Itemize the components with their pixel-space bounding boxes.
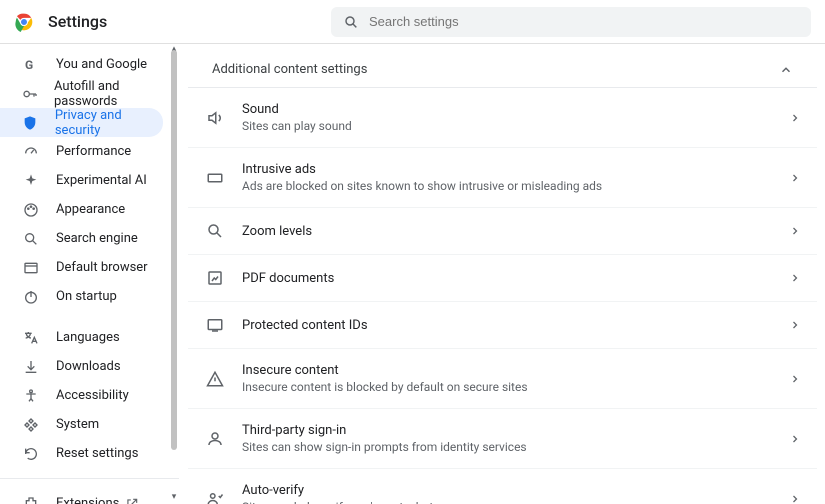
row-title: Protected content IDs: [242, 318, 789, 333]
row-title: Auto-verify: [242, 483, 789, 498]
sidebar-item-label: On startup: [56, 289, 117, 304]
sidebar-item-downloads[interactable]: Downloads: [0, 352, 163, 381]
sidebar-item-accessibility[interactable]: Accessibility: [0, 381, 163, 410]
header: Settings: [0, 0, 825, 44]
sidebar-item-label: You and Google: [56, 57, 147, 72]
sidebar-item-experimental-ai[interactable]: Experimental AI: [0, 166, 163, 195]
row-third-party-signin[interactable]: Third-party sign-in Sites can show sign-…: [188, 409, 817, 469]
power-icon: [22, 289, 40, 305]
sidebar-item-label: Autofill and passwords: [54, 79, 163, 109]
content-area: Additional content settings Sound Sites …: [180, 44, 825, 504]
page-title: Settings: [48, 12, 107, 31]
search-icon: [22, 231, 40, 247]
row-subtitle: Ads are blocked on sites known to show i…: [242, 179, 789, 193]
row-title: PDF documents: [242, 271, 789, 286]
ads-icon: [202, 169, 228, 187]
row-insecure-content[interactable]: Insecure content Insecure content is blo…: [188, 349, 817, 409]
row-title: Sound: [242, 102, 789, 117]
row-zoom-levels[interactable]: Zoom levels: [188, 208, 817, 255]
row-subtitle: Sites can play sound: [242, 119, 789, 133]
reset-icon: [22, 446, 40, 462]
scrollbar-thumb[interactable]: [171, 50, 177, 450]
chevron-right-icon: [789, 112, 807, 124]
chevron-right-icon: [789, 493, 807, 504]
sidebar-item-languages[interactable]: Languages: [0, 323, 163, 352]
sidebar-item-default-browser[interactable]: Default browser: [0, 253, 163, 282]
chevron-right-icon: [789, 373, 807, 385]
row-title: Third-party sign-in: [242, 423, 789, 438]
sidebar-item-you-and-google[interactable]: G You and Google: [0, 50, 163, 79]
chevron-up-icon: [779, 63, 793, 77]
accessibility-icon: [22, 388, 40, 404]
row-subtitle: Sites can show sign-in prompts from iden…: [242, 440, 789, 454]
shield-icon: [22, 115, 39, 131]
sparkle-icon: [22, 173, 40, 189]
sidebar-item-on-startup[interactable]: On startup: [0, 282, 163, 311]
sidebar-item-search-engine[interactable]: Search engine: [0, 224, 163, 253]
section-title: Additional content settings: [212, 62, 367, 77]
sidebar-item-system[interactable]: System: [0, 410, 163, 439]
translate-icon: [22, 330, 40, 346]
pdf-icon: [202, 269, 228, 287]
sidebar: G You and Google Autofill and passwords …: [0, 44, 180, 504]
google-g-icon: G: [22, 57, 40, 73]
sidebar-item-label: Search engine: [56, 231, 138, 246]
row-auto-verify[interactable]: Auto-verify Sites can help verify you're…: [188, 469, 817, 504]
sidebar-item-label: Downloads: [56, 359, 121, 374]
download-icon: [22, 359, 40, 375]
sidebar-item-appearance[interactable]: Appearance: [0, 195, 163, 224]
protected-content-icon: [202, 316, 228, 334]
row-pdf-documents[interactable]: PDF documents: [188, 255, 817, 302]
sidebar-item-performance[interactable]: Performance: [0, 137, 163, 166]
chevron-right-icon: [789, 272, 807, 284]
sidebar-item-label: Appearance: [56, 202, 125, 217]
chevron-right-icon: [789, 225, 807, 237]
row-protected-content[interactable]: Protected content IDs: [188, 302, 817, 349]
verify-icon: [202, 490, 228, 504]
external-link-icon: [125, 497, 139, 504]
row-sound[interactable]: Sound Sites can play sound: [188, 88, 817, 148]
sidebar-item-label: System: [56, 417, 99, 432]
row-intrusive-ads[interactable]: Intrusive ads Ads are blocked on sites k…: [188, 148, 817, 208]
sidebar-item-label: Experimental AI: [56, 173, 147, 188]
row-subtitle: Sites can help verify you're not a bot: [242, 500, 789, 504]
palette-icon: [22, 202, 40, 218]
row-subtitle: Insecure content is blocked by default o…: [242, 380, 789, 394]
search-input[interactable]: [369, 14, 799, 29]
sound-icon: [202, 109, 228, 127]
sidebar-item-label: Reset settings: [56, 446, 138, 461]
signin-icon: [202, 430, 228, 448]
chevron-right-icon: [789, 319, 807, 331]
svg-text:G: G: [25, 58, 33, 72]
chrome-logo-icon: [14, 12, 34, 32]
sidebar-item-privacy-security[interactable]: Privacy and security: [0, 108, 163, 137]
sidebar-item-label: Accessibility: [56, 388, 129, 403]
sidebar-item-reset[interactable]: Reset settings: [0, 439, 163, 468]
sidebar-item-autofill[interactable]: Autofill and passwords: [0, 79, 163, 108]
sidebar-item-label: Languages: [56, 330, 120, 345]
search-icon: [343, 14, 359, 30]
row-title: Zoom levels: [242, 224, 789, 239]
row-title: Insecure content: [242, 363, 789, 378]
speedometer-icon: [22, 144, 40, 160]
chevron-right-icon: [789, 433, 807, 445]
scrollbar-down-arrow[interactable]: ▾: [170, 492, 178, 500]
settings-card: Sound Sites can play sound Intrusive ads…: [188, 87, 817, 504]
sidebar-item-label: Performance: [56, 144, 131, 159]
warning-icon: [202, 370, 228, 388]
sidebar-item-label: Privacy and security: [55, 108, 163, 138]
window-icon: [22, 260, 40, 276]
sidebar-item-extensions[interactable]: Extensions: [0, 489, 163, 504]
system-icon: [22, 417, 40, 433]
zoom-icon: [202, 222, 228, 240]
sidebar-item-label: Extensions: [56, 496, 119, 504]
extension-icon: [22, 496, 40, 504]
row-title: Intrusive ads: [242, 162, 789, 177]
search-container[interactable]: [331, 7, 811, 37]
sidebar-item-label: Default browser: [56, 260, 148, 275]
chevron-right-icon: [789, 172, 807, 184]
section-header[interactable]: Additional content settings: [188, 44, 817, 87]
key-icon: [22, 86, 38, 102]
